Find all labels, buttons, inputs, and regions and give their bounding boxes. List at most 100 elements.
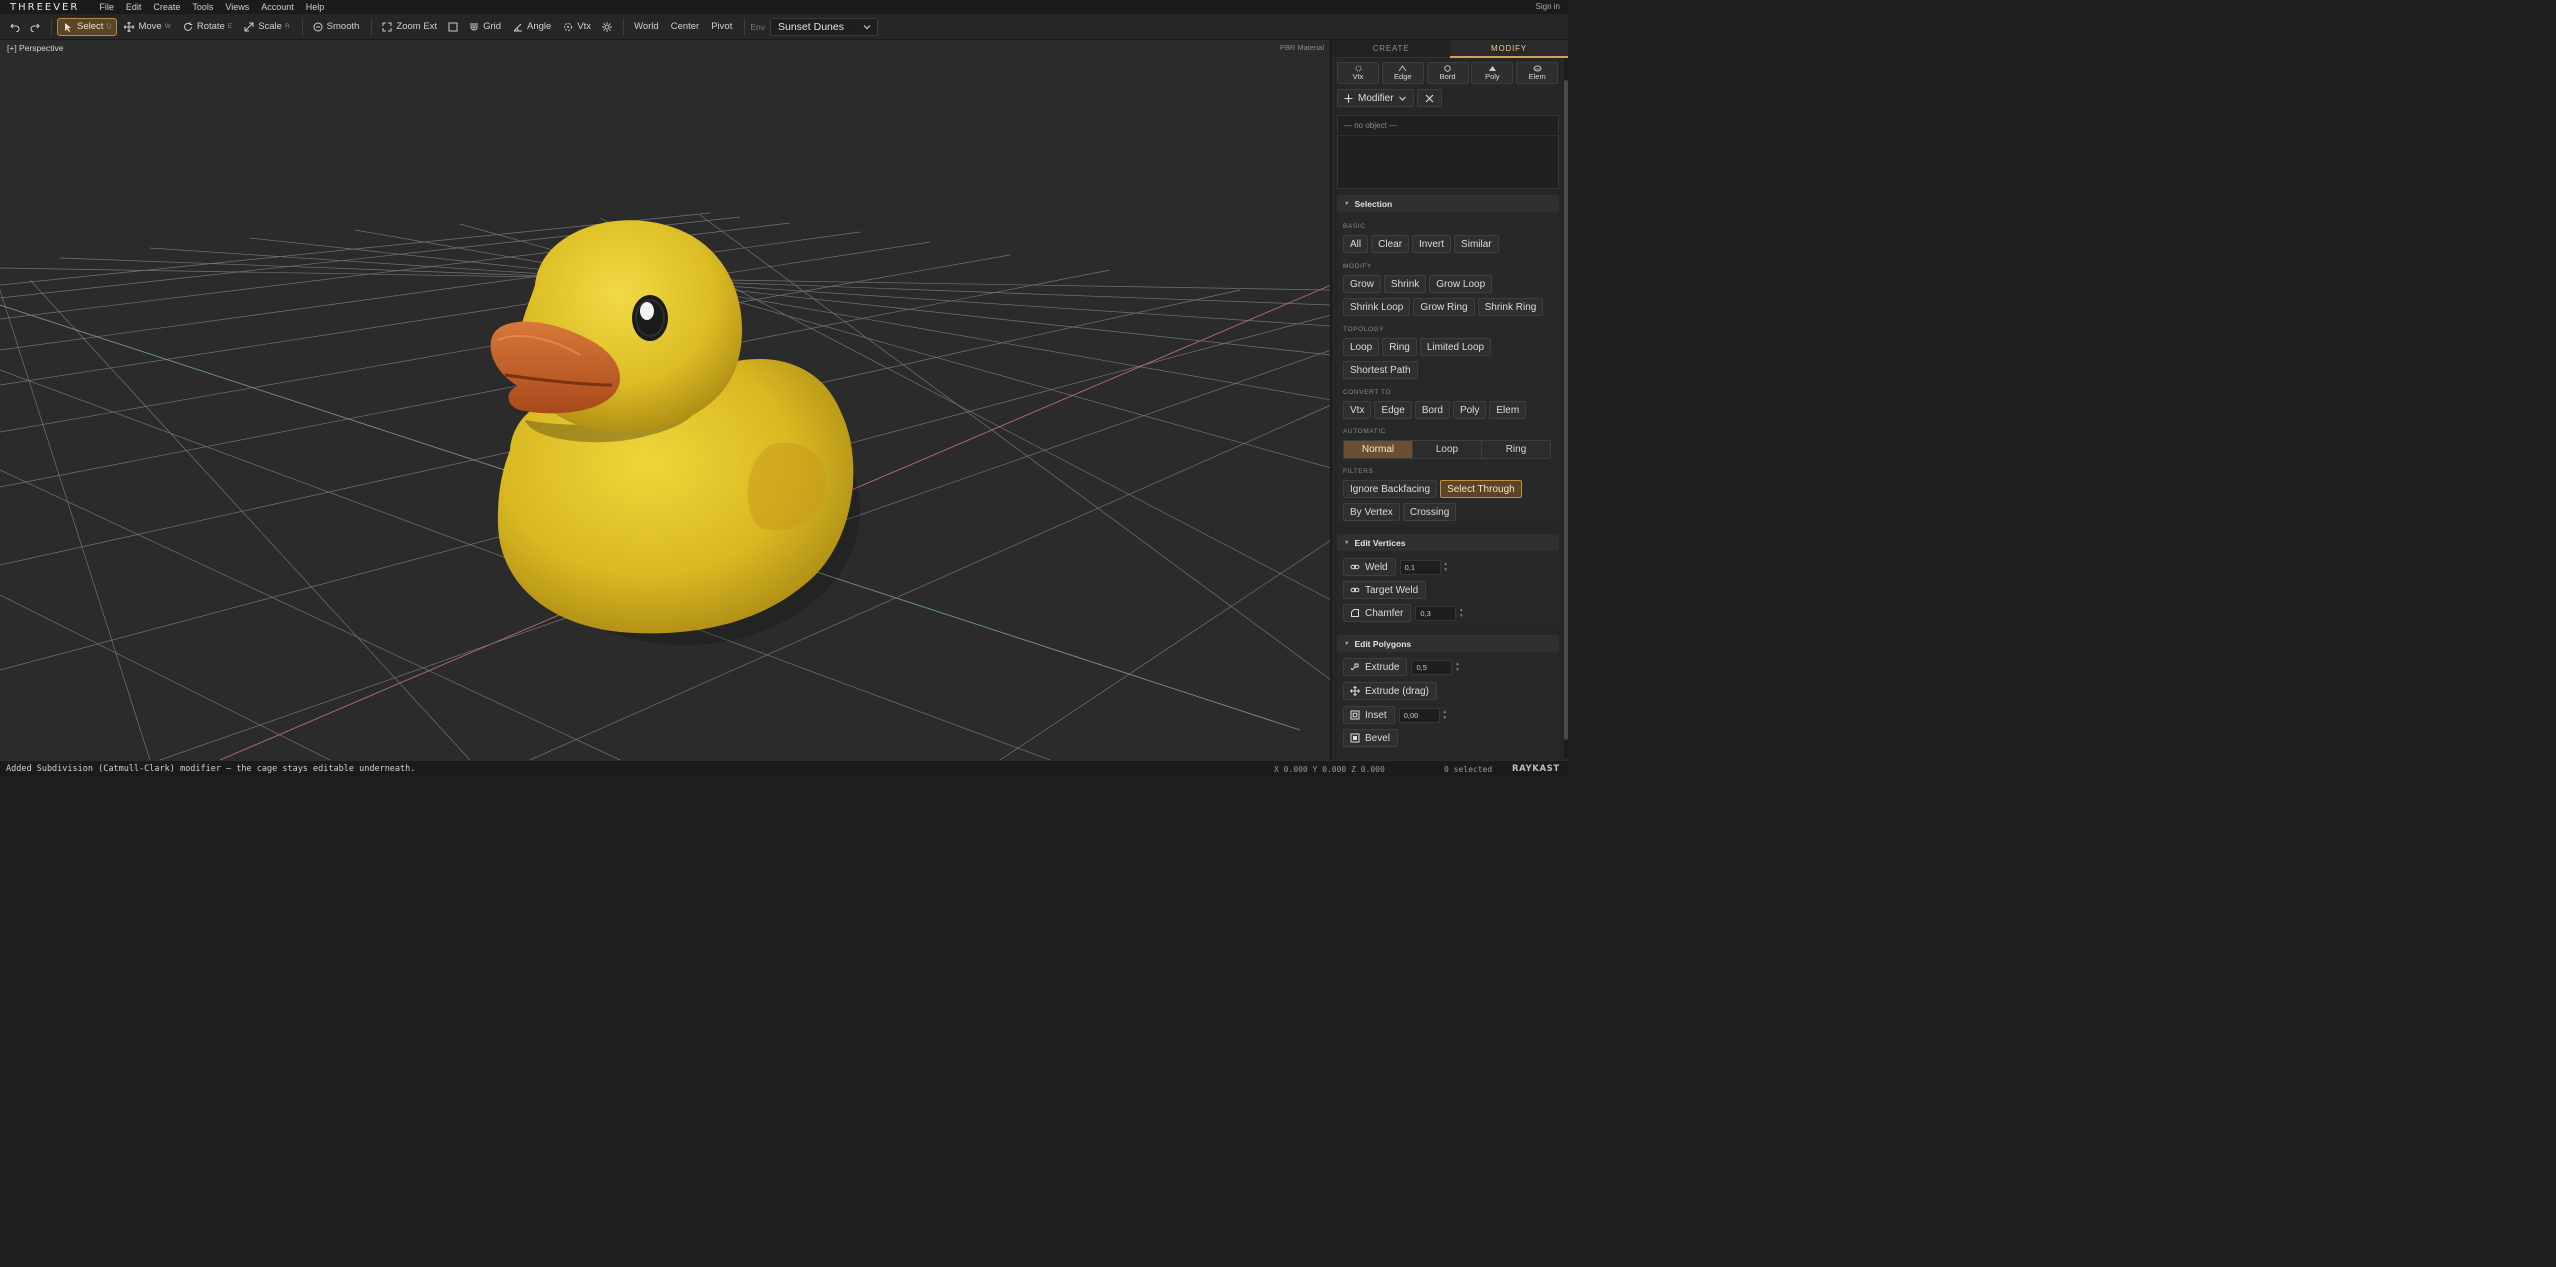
automatic-loop-option[interactable]: Loop xyxy=(1413,441,1482,458)
menu-account[interactable]: Account xyxy=(255,0,300,14)
remove-modifier-button[interactable] xyxy=(1416,89,1442,107)
smooth-button[interactable]: Smooth xyxy=(308,18,365,36)
extrude-height-input[interactable]: 0,5 xyxy=(1411,659,1453,675)
menu-tools[interactable]: Tools xyxy=(186,0,219,14)
loop-button[interactable]: Loop xyxy=(1343,338,1380,356)
environment-select[interactable]: Sunset Dunes xyxy=(770,17,878,36)
pivot-button[interactable]: Pivot xyxy=(706,18,737,36)
convert-vertex-button[interactable]: Vtx xyxy=(1343,401,1372,419)
viewport-scene[interactable] xyxy=(0,40,1331,760)
convert-edge-button[interactable]: Edge xyxy=(1374,401,1412,419)
by-vertex-toggle[interactable]: By Vertex xyxy=(1343,503,1400,521)
select-clear-button[interactable]: Clear xyxy=(1371,235,1410,253)
convert-border-button[interactable]: Bord xyxy=(1414,401,1450,419)
viewport-3d[interactable]: [+] Perspective PBR Material xyxy=(0,40,1331,760)
extrude-spinner[interactable]: ▲ ▼ xyxy=(1453,661,1461,673)
undo-button[interactable] xyxy=(6,18,24,36)
subobject-level-row: Vtx Edge Bord Poly Elem xyxy=(1337,62,1561,84)
select-similar-button[interactable]: Similar xyxy=(1454,235,1499,253)
convert-polygon-button[interactable]: Poly xyxy=(1452,401,1487,419)
chamfer-amount-input[interactable]: 0,3 xyxy=(1415,605,1457,621)
automatic-normal-option[interactable]: Normal xyxy=(1344,441,1413,458)
subobject-edge-button[interactable]: Edge xyxy=(1381,62,1424,84)
world-space-button[interactable]: World xyxy=(629,18,664,36)
limited-loop-button[interactable]: Limited Loop xyxy=(1419,338,1492,356)
chamfer-button[interactable]: Chamfer xyxy=(1343,604,1412,622)
menu-file[interactable]: File xyxy=(93,0,120,14)
weld-button[interactable]: Weld xyxy=(1343,558,1396,576)
weld-threshold-input[interactable]: 0,1 xyxy=(1399,559,1441,575)
rubber-duck-model[interactable] xyxy=(490,220,860,645)
move-tool-button[interactable]: Move W xyxy=(119,18,175,36)
scrollbar-thumb[interactable] xyxy=(1564,80,1568,740)
inset-spinner[interactable]: ▲ ▼ xyxy=(1441,709,1449,721)
square-icon xyxy=(448,22,458,31)
weld-spinner[interactable]: ▲ ▼ xyxy=(1442,561,1450,573)
selection-section-header[interactable]: ▼ Selection xyxy=(1337,195,1559,212)
bevel-icon xyxy=(1350,733,1360,743)
ignore-backfacing-toggle[interactable]: Ignore Backfacing xyxy=(1343,480,1438,498)
grow-loop-button[interactable]: Grow Loop xyxy=(1429,275,1493,293)
menu-edit[interactable]: Edit xyxy=(120,0,148,14)
menu-views[interactable]: Views xyxy=(219,0,255,14)
inset-amount-input[interactable]: 0,00 xyxy=(1398,707,1440,723)
extrude-button[interactable]: Extrude xyxy=(1343,658,1408,676)
menu-help[interactable]: Help xyxy=(300,0,331,14)
frame-button[interactable] xyxy=(444,18,462,36)
select-all-button[interactable]: All xyxy=(1343,235,1369,253)
center-label: Center xyxy=(670,21,700,32)
select-invert-button[interactable]: Invert xyxy=(1412,235,1452,253)
panel-scrollbar[interactable] xyxy=(1564,58,1568,758)
scale-tool-button[interactable]: Scale R xyxy=(239,18,294,36)
angle-snap-button[interactable]: Angle xyxy=(508,18,556,36)
crossing-toggle[interactable]: Crossing xyxy=(1402,503,1457,521)
grid-snap-button[interactable]: Grid xyxy=(464,18,506,36)
select-through-toggle[interactable]: Select Through xyxy=(1440,480,1522,498)
target-weld-button[interactable]: Target Weld xyxy=(1343,581,1427,599)
sign-in-link[interactable]: Sign in xyxy=(1536,0,1560,14)
subobject-polygon-button[interactable]: Poly xyxy=(1471,62,1514,84)
border-icon xyxy=(1444,65,1451,72)
bevel-button[interactable]: Bevel xyxy=(1343,729,1399,747)
grow-button[interactable]: Grow xyxy=(1343,275,1381,293)
shrink-loop-button[interactable]: Shrink Loop xyxy=(1343,298,1411,316)
shrink-ring-button[interactable]: Shrink Ring xyxy=(1477,298,1544,316)
edit-vertices-section-header[interactable]: ▼ Edit Vertices xyxy=(1337,534,1559,551)
tab-create[interactable]: CREATE xyxy=(1332,40,1450,58)
caret-down-icon: ▼ xyxy=(1344,640,1350,647)
center-pivot-button[interactable]: Center xyxy=(666,18,705,36)
chamfer-spinner[interactable]: ▲ ▼ xyxy=(1457,607,1465,619)
menu-create[interactable]: Create xyxy=(147,0,186,14)
subobject-vertex-button[interactable]: Vtx xyxy=(1337,62,1379,84)
spinner-down-icon[interactable]: ▼ xyxy=(1442,715,1446,721)
menu-bar: THREEVER File Edit Create Tools Views Ac… xyxy=(0,0,1568,14)
spinner-down-icon[interactable]: ▼ xyxy=(1459,613,1463,619)
spinner-down-icon[interactable]: ▼ xyxy=(1443,567,1447,573)
vertex-snap-button[interactable]: Vtx xyxy=(558,18,596,36)
shrink-button[interactable]: Shrink xyxy=(1383,275,1427,293)
tab-modify[interactable]: MODIFY xyxy=(1450,40,1568,58)
modifier-stack-list[interactable]: — no object — xyxy=(1337,115,1559,189)
edge-icon xyxy=(1398,65,1407,72)
rotate-tool-button[interactable]: Rotate E xyxy=(178,18,237,36)
convert-element-button[interactable]: Elem xyxy=(1489,401,1527,419)
select-tool-button[interactable]: Select Q xyxy=(57,17,118,36)
subobject-element-button[interactable]: Elem xyxy=(1516,62,1559,84)
edit-polygons-section-header[interactable]: ▼ Edit Polygons xyxy=(1337,635,1559,652)
automatic-ring-option[interactable]: Ring xyxy=(1482,441,1550,458)
shortest-path-button[interactable]: Shortest Path xyxy=(1343,361,1418,379)
zoom-extents-button[interactable]: Zoom Ext xyxy=(377,18,442,36)
rotate-tool-label: Rotate xyxy=(196,21,225,32)
extrude-drag-label: Extrude (drag) xyxy=(1365,685,1429,697)
viewport-view-label[interactable]: [+] Perspective xyxy=(7,43,63,53)
extrude-drag-button[interactable]: Extrude (drag) xyxy=(1343,682,1437,700)
redo-button[interactable] xyxy=(26,18,44,36)
toolbar-divider xyxy=(301,17,303,36)
subobject-border-button[interactable]: Bord xyxy=(1426,62,1469,84)
spinner-down-icon[interactable]: ▼ xyxy=(1455,667,1459,673)
grow-ring-button[interactable]: Grow Ring xyxy=(1413,298,1475,316)
add-modifier-button[interactable]: Modifier xyxy=(1337,89,1414,107)
inset-button[interactable]: Inset xyxy=(1343,706,1395,724)
lighting-button[interactable] xyxy=(598,18,616,36)
ring-button[interactable]: Ring xyxy=(1382,338,1417,356)
